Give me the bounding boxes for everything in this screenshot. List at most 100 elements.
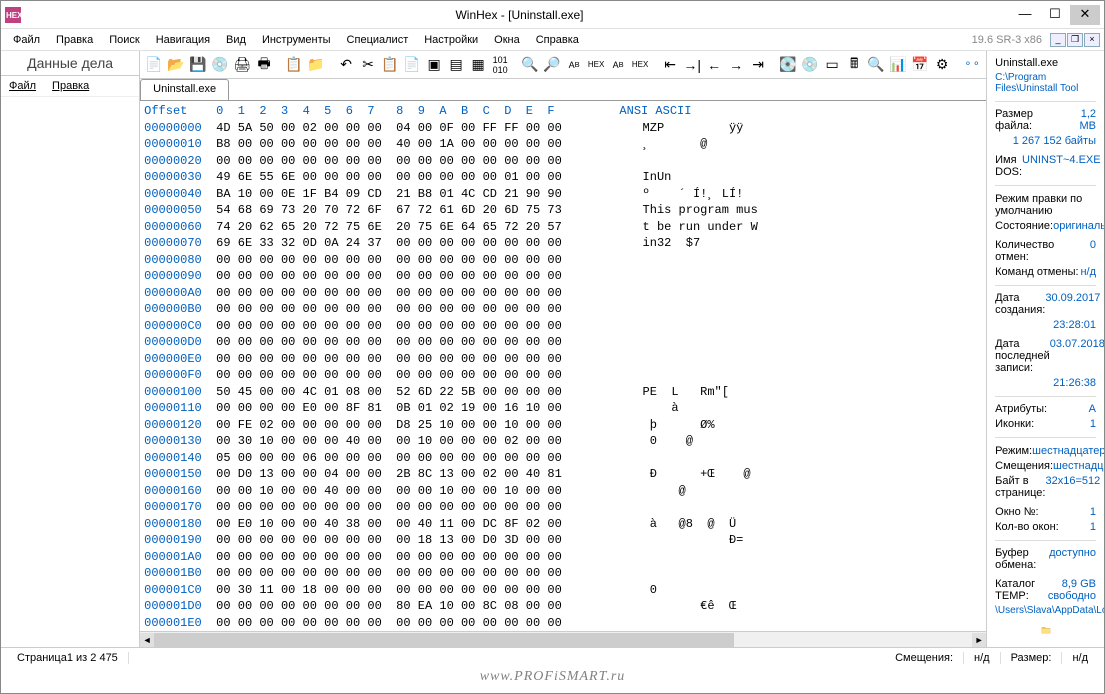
- bpp-value: 32x16=512: [1045, 475, 1100, 499]
- minimize-button[interactable]: —: [1010, 5, 1040, 25]
- replace-hex2-icon[interactable]: HEX: [630, 55, 650, 75]
- info-filepath: C:\Program Files\Uninstall Tool: [995, 72, 1096, 94]
- wincnt-label: Кол-во окон:: [995, 521, 1059, 533]
- ram-icon[interactable]: ▭: [822, 55, 842, 75]
- menu-help[interactable]: Справка: [528, 32, 587, 48]
- offsets-label: Смещения:: [995, 460, 1053, 472]
- case-menu-file[interactable]: Файл: [9, 80, 36, 92]
- menu-search[interactable]: Поиск: [101, 32, 147, 48]
- save-icon[interactable]: 💾: [188, 55, 208, 75]
- wincnt-value: 1: [1090, 521, 1096, 533]
- scroll-thumb[interactable]: [154, 633, 734, 647]
- menubar: Файл Правка Поиск Навигация Вид Инструме…: [1, 29, 1104, 51]
- dosname-value: UNINST~4.EXE: [1022, 154, 1101, 178]
- analyze-icon[interactable]: 📊: [888, 55, 908, 75]
- lastwrite-time: 21:26:38: [1053, 377, 1096, 389]
- replace-text-icon[interactable]: AB: [564, 55, 584, 75]
- settings-icon[interactable]: ⚙: [932, 55, 952, 75]
- menu-options[interactable]: Настройки: [416, 32, 486, 48]
- lastwrite-label: Дата последней записи:: [995, 338, 1050, 374]
- goto-first-icon[interactable]: ⇤: [660, 55, 680, 75]
- find-text-icon[interactable]: 🔍: [520, 55, 540, 75]
- copy-block-icon[interactable]: ▣: [424, 55, 444, 75]
- mdi-close-button[interactable]: ×: [1084, 33, 1100, 47]
- maximize-button[interactable]: ☐: [1040, 5, 1070, 25]
- copy-icon[interactable]: 📋: [380, 55, 400, 75]
- attributes-value: A: [1089, 403, 1096, 415]
- folder-icon[interactable]: [1030, 625, 1062, 635]
- paste-block-icon[interactable]: ▤: [446, 55, 466, 75]
- horizontal-scrollbar[interactable]: ◄ ►: [140, 631, 986, 647]
- menu-navigation[interactable]: Навигация: [148, 32, 218, 48]
- clipboard-label: Буфер обмена:: [995, 547, 1049, 571]
- new-file-icon[interactable]: 📄: [144, 55, 164, 75]
- menu-tools[interactable]: Инструменты: [254, 32, 339, 48]
- info-filename: Uninstall.exe: [995, 57, 1096, 69]
- created-time: 23:28:01: [1053, 319, 1096, 331]
- goto-offset-icon[interactable]: →|: [682, 55, 702, 75]
- status-na1: н/д: [964, 652, 1001, 664]
- menu-edit[interactable]: Правка: [48, 32, 101, 48]
- menu-file[interactable]: Файл: [5, 32, 48, 48]
- calendar-icon[interactable]: 📅: [910, 55, 930, 75]
- disk1-icon[interactable]: 💽: [778, 55, 798, 75]
- titlebar: HEX WinHex - [Uninstall.exe] — ☐ ✕: [1, 1, 1104, 29]
- created-label: Дата создания:: [995, 292, 1045, 316]
- scroll-left-icon[interactable]: ◄: [140, 633, 154, 647]
- replace-ab-icon[interactable]: AB: [608, 55, 628, 75]
- dosname-label: Имя DOS:: [995, 154, 1022, 178]
- version-label: 19.6 SR-3 x86: [972, 34, 1042, 46]
- cut-icon[interactable]: ✂: [358, 55, 378, 75]
- case-icon[interactable]: 📁: [306, 55, 326, 75]
- case-menu-edit[interactable]: Правка: [52, 80, 89, 92]
- temp-label: Каталог TEMP:: [995, 578, 1043, 602]
- hex-view[interactable]: Offset 0 1 2 3 4 5 6 7 8 9 A B C D E F A…: [140, 101, 986, 631]
- properties-icon[interactable]: 📋: [284, 55, 304, 75]
- status-offsets-label: Смещения:: [885, 652, 964, 664]
- disk2-icon[interactable]: 💿: [800, 55, 820, 75]
- goto-fwd-icon[interactable]: →: [726, 55, 746, 75]
- select-block-icon[interactable]: ▦: [468, 55, 488, 75]
- filesize-label: Размер файла:: [995, 108, 1065, 132]
- statusbar: Страница1 из 2 475 Смещения: н/д Размер:…: [1, 647, 1104, 667]
- undo-icon[interactable]: ↶: [336, 55, 356, 75]
- scroll-right-icon[interactable]: ►: [972, 633, 986, 647]
- winno-label: Окно №:: [995, 506, 1038, 518]
- close-button[interactable]: ✕: [1070, 5, 1100, 25]
- find-hex-icon[interactable]: 🔎: [542, 55, 562, 75]
- undocount-label: Количество отмен:: [995, 239, 1090, 263]
- print-icon[interactable]: 🖶: [254, 55, 274, 75]
- undocmd-value: н/д: [1080, 266, 1096, 278]
- options-icon[interactable]: ⚬⚬: [962, 55, 982, 75]
- status-na2: н/д: [1062, 652, 1098, 664]
- undocount-value: 0: [1090, 239, 1096, 263]
- mdi-restore-button[interactable]: ❐: [1067, 33, 1083, 47]
- temp-path: \Users\Slava\AppData\Local\Temp: [995, 605, 1096, 616]
- filesize-bytes: 1 267 152 байты: [1013, 135, 1096, 147]
- menu-window[interactable]: Окна: [486, 32, 528, 48]
- position-icon[interactable]: 🔍: [866, 55, 886, 75]
- status-page: Страница1 из 2 475: [7, 652, 129, 664]
- calc-icon[interactable]: 🖩: [844, 55, 864, 75]
- winno-value: 1: [1090, 506, 1096, 518]
- tab-file[interactable]: Uninstall.exe: [140, 79, 229, 100]
- mdi-minimize-button[interactable]: _: [1050, 33, 1066, 47]
- menu-specialist[interactable]: Специалист: [339, 32, 417, 48]
- goto-last-icon[interactable]: ⇥: [748, 55, 768, 75]
- open-disk-icon[interactable]: 💿: [210, 55, 230, 75]
- undocmd-label: Команд отмены:: [995, 266, 1078, 278]
- menu-view[interactable]: Вид: [218, 32, 254, 48]
- case-panel-body: [1, 97, 139, 647]
- replace-hex-icon[interactable]: HEX: [586, 55, 606, 75]
- goto-back-icon[interactable]: ←: [704, 55, 724, 75]
- paste-icon[interactable]: 📄: [402, 55, 422, 75]
- offsets-value: шестнадцатеричный: [1053, 460, 1104, 472]
- open-ram-icon[interactable]: 🖨: [232, 55, 252, 75]
- svg-text:HEX: HEX: [6, 11, 21, 20]
- status-size-label: Размер:: [1011, 652, 1052, 664]
- open-file-icon[interactable]: 📂: [166, 55, 186, 75]
- mode-value: шестнадцатеричный: [1032, 445, 1104, 457]
- case-panel-title: Данные дела: [1, 51, 139, 76]
- binary-icon[interactable]: 101010: [490, 55, 510, 75]
- info-panel: Uninstall.exe C:\Program Files\Uninstall…: [987, 51, 1104, 647]
